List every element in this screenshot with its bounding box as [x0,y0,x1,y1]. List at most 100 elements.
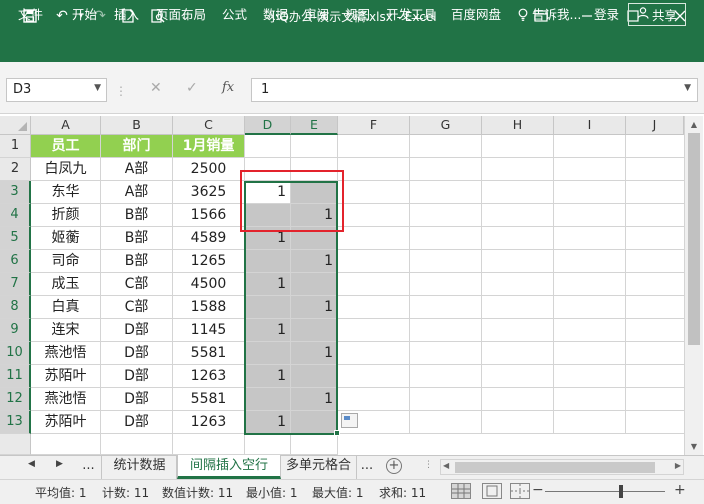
column-header-e[interactable]: E [291,116,338,135]
scroll-up-icon[interactable]: ▲ [685,116,703,133]
cell-dept[interactable]: D部 [101,365,173,388]
cell-e[interactable] [291,411,338,434]
cell-name[interactable]: 司命 [31,250,101,273]
sheet-next-icon[interactable]: ▶ [56,459,63,469]
cell-name[interactable]: 白凤九 [31,158,101,181]
cell-e[interactable] [291,365,338,388]
cell-name[interactable]: 折颜 [31,204,101,227]
cell-sales[interactable]: 3625 [173,181,245,204]
expand-formula-bar-icon[interactable]: ▼ [684,83,691,93]
cell-dept[interactable]: D部 [101,319,173,342]
empty-cells-area[interactable] [338,135,684,434]
cell-d[interactable]: 1 [245,227,291,250]
page-break-preview-icon[interactable] [510,483,530,499]
cell-dept[interactable]: B部 [101,227,173,250]
cell-d[interactable]: 1 [245,319,291,342]
cell-sales[interactable]: 1145 [173,319,245,342]
column-header-h[interactable]: H [482,116,554,135]
column-header-a[interactable]: A [31,116,101,135]
zoom-out-icon[interactable]: − [532,482,544,498]
tab-page-layout[interactable]: 页面布局 [156,0,206,30]
tab-split-handle[interactable]: ⋮ [424,460,433,470]
name-box-dropdown-icon[interactable]: ▼ [94,83,101,93]
cancel-icon[interactable]: ✕ [150,80,162,96]
row-header[interactable]: 9 [0,319,31,342]
column-header-j[interactable]: J [626,116,684,135]
sheet-tab[interactable]: 多单元格合 [281,455,357,479]
cell-name[interactable]: 成玉 [31,273,101,296]
row-header[interactable]: 12 [0,388,31,411]
add-sheet-icon[interactable]: + [386,458,402,474]
cell-e[interactable] [291,227,338,250]
cell-dept[interactable]: B部 [101,204,173,227]
cell-sales[interactable]: 2500 [173,158,245,181]
row-header[interactable]: 6 [0,250,31,273]
column-header-b[interactable]: B [101,116,173,135]
cell-partial-row[interactable] [31,434,101,455]
row-header[interactable]: 11 [0,365,31,388]
cell-dept[interactable]: D部 [101,388,173,411]
cell-name[interactable]: 燕池悟 [31,388,101,411]
cell-b1[interactable]: 部门 [101,135,173,158]
tab-view[interactable]: 视图 [345,0,370,30]
cell-e[interactable]: 1 [291,388,338,411]
cell-d[interactable] [245,158,291,181]
cell-name[interactable]: 苏陌叶 [31,365,101,388]
fill-handle[interactable] [334,430,340,436]
cell-d[interactable]: 1 [245,273,291,296]
horizontal-scroll-thumb[interactable] [455,462,655,473]
cell-dept[interactable]: C部 [101,273,173,296]
quick-analysis-icon[interactable] [341,413,358,428]
cell-dept[interactable]: A部 [101,158,173,181]
cell-name[interactable]: 燕池悟 [31,342,101,365]
cell-e[interactable] [291,319,338,342]
cell-d[interactable] [245,296,291,319]
normal-view-icon[interactable] [451,483,471,499]
scroll-down-icon[interactable]: ▼ [685,438,703,455]
column-header-i[interactable]: I [554,116,626,135]
cell-name[interactable]: 白真 [31,296,101,319]
tab-review[interactable]: 审阅 [304,0,329,30]
name-box[interactable]: D3 ▼ [6,78,107,102]
cell-d[interactable] [245,204,291,227]
select-all-corner[interactable] [0,116,31,135]
zoom-slider-track[interactable] [545,491,665,492]
cell-a1[interactable]: 员工 [31,135,101,158]
row-header[interactable]: 7 [0,273,31,296]
cell-dept[interactable]: C部 [101,296,173,319]
horizontal-scrollbar[interactable]: ◀ ▶ [440,459,684,475]
login-link[interactable]: 登录 [594,0,619,30]
cell-d[interactable] [245,342,291,365]
cell-partial-row[interactable] [291,434,338,455]
page-layout-view-icon[interactable] [482,483,502,499]
column-header-f[interactable]: F [338,116,410,135]
cell-name[interactable]: 连宋 [31,319,101,342]
cell-dept[interactable]: D部 [101,411,173,434]
formula-bar-splitter[interactable]: ⋮ [115,84,127,98]
sheet-tab-active[interactable]: 间隔插入空行 [177,455,281,479]
sheet-more-right[interactable]: ... [357,455,377,479]
cell-sales[interactable]: 4500 [173,273,245,296]
tab-insert[interactable]: 插入 [114,0,139,30]
share-button[interactable]: 共享 [628,3,686,26]
row-header[interactable]: 10 [0,342,31,365]
tab-file[interactable]: 文件 [18,0,43,30]
cell-sales[interactable]: 1566 [173,204,245,227]
cell-e1[interactable] [291,135,338,158]
column-header-d[interactable]: D [245,116,291,135]
cell-d[interactable]: 1 [245,365,291,388]
formula-input[interactable]: 1 ▼ [251,78,698,102]
cell-e[interactable] [291,158,338,181]
tab-data[interactable]: 数据 [263,0,288,30]
cell-name[interactable]: 东华 [31,181,101,204]
cell-c1[interactable]: 1月销量 [173,135,245,158]
row-header-partial[interactable] [0,434,31,455]
sheet-more-left[interactable]: ... [76,455,102,479]
enter-icon[interactable]: ✓ [186,80,198,96]
cell-sales[interactable]: 1588 [173,296,245,319]
tell-me-search[interactable]: 告诉我... [518,0,581,30]
cell-e[interactable] [291,181,338,204]
cell-partial-row[interactable] [101,434,173,455]
row-header[interactable]: 4 [0,204,31,227]
vertical-scroll-thumb[interactable] [688,133,700,345]
